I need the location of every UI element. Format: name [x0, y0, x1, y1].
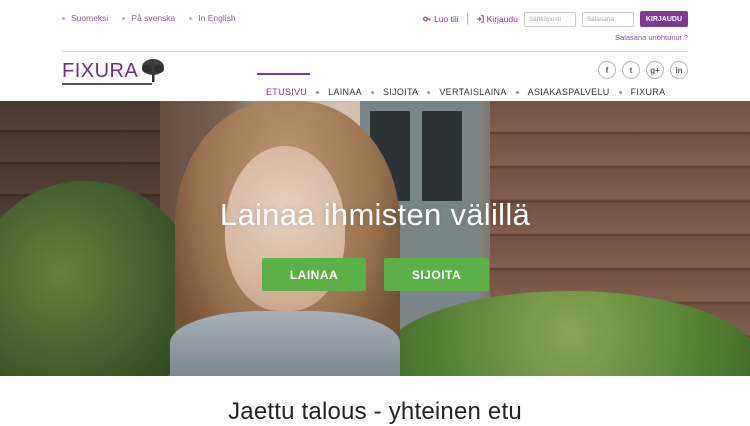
hero-title: Lainaa ihmisten välillä — [219, 197, 531, 232]
language-switcher: Suomeksi På svenska In English — [62, 13, 236, 23]
facebook-icon[interactable]: f — [598, 61, 616, 79]
divider — [466, 13, 468, 25]
linkedin-icon[interactable]: in — [670, 61, 688, 79]
signup-link[interactable]: Luo tili — [423, 14, 459, 24]
email-field[interactable]: Sähköposti — [523, 11, 576, 27]
language-label: På svenska — [131, 13, 176, 23]
login-link[interactable]: Kirjaudu — [476, 14, 518, 24]
login-button[interactable]: KIRJAUDU — [639, 11, 688, 27]
main-nav: ETUSIVU LAINAA SIJOITA VERTAISLAINA ASIA… — [257, 87, 674, 97]
google-plus-icon[interactable]: g+ — [646, 61, 664, 79]
account-area: Luo tili Kirjaudu Sähköposti Salasana KI… — [423, 11, 688, 27]
nav-item-lainaa[interactable]: LAINAA — [319, 87, 371, 97]
forgot-password-link[interactable]: Salasana unohtunut ? — [615, 33, 688, 42]
nav-item-etusivu[interactable]: ETUSIVU — [257, 87, 316, 97]
hero-overlay — [0, 101, 750, 376]
language-link-fi[interactable]: Suomeksi — [62, 13, 108, 23]
twitter-icon[interactable]: t — [622, 61, 640, 79]
nav-item-fixura[interactable]: FIXURA — [622, 87, 675, 97]
nav-item-vertaislaina[interactable]: VERTAISLAINA — [430, 87, 515, 97]
logo-underline — [62, 83, 152, 85]
email-placeholder: Sähköposti — [528, 15, 561, 23]
nav-item-sijoita[interactable]: SIJOITA — [374, 87, 427, 97]
bullet-icon — [189, 16, 193, 20]
language-link-en[interactable]: In English — [189, 13, 236, 23]
logo-text: FIXURA — [62, 59, 139, 82]
language-label: In English — [198, 13, 236, 23]
bullet-icon — [62, 16, 65, 20]
tree-icon — [142, 59, 165, 82]
login-link-label: Kirjaudu — [486, 14, 518, 24]
tagline-heading: Jaettu talous - yhteinen etu — [228, 398, 522, 425]
header-divider — [62, 51, 688, 52]
nav-item-asiakaspalvelu[interactable]: ASIAKASPALVELU — [519, 87, 619, 97]
language-label: Suomeksi — [71, 13, 109, 23]
key-icon — [423, 16, 431, 22]
hero-banner: Lainaa ihmisten välillä LAINAA SIJOITA — [0, 101, 750, 376]
bullet-icon — [122, 16, 126, 20]
password-placeholder: Salasana — [586, 15, 614, 23]
social-links: f t g+ in — [598, 61, 688, 79]
lainaa-button[interactable]: LAINAA — [262, 258, 366, 291]
sign-in-icon — [476, 15, 484, 23]
sijoita-button[interactable]: SIJOITA — [384, 258, 489, 291]
language-link-sv[interactable]: På svenska — [122, 13, 175, 23]
signup-label: Luo tili — [434, 14, 459, 24]
logo[interactable]: FIXURA — [62, 58, 166, 84]
active-nav-indicator — [257, 73, 310, 75]
password-field[interactable]: Salasana — [581, 11, 634, 27]
